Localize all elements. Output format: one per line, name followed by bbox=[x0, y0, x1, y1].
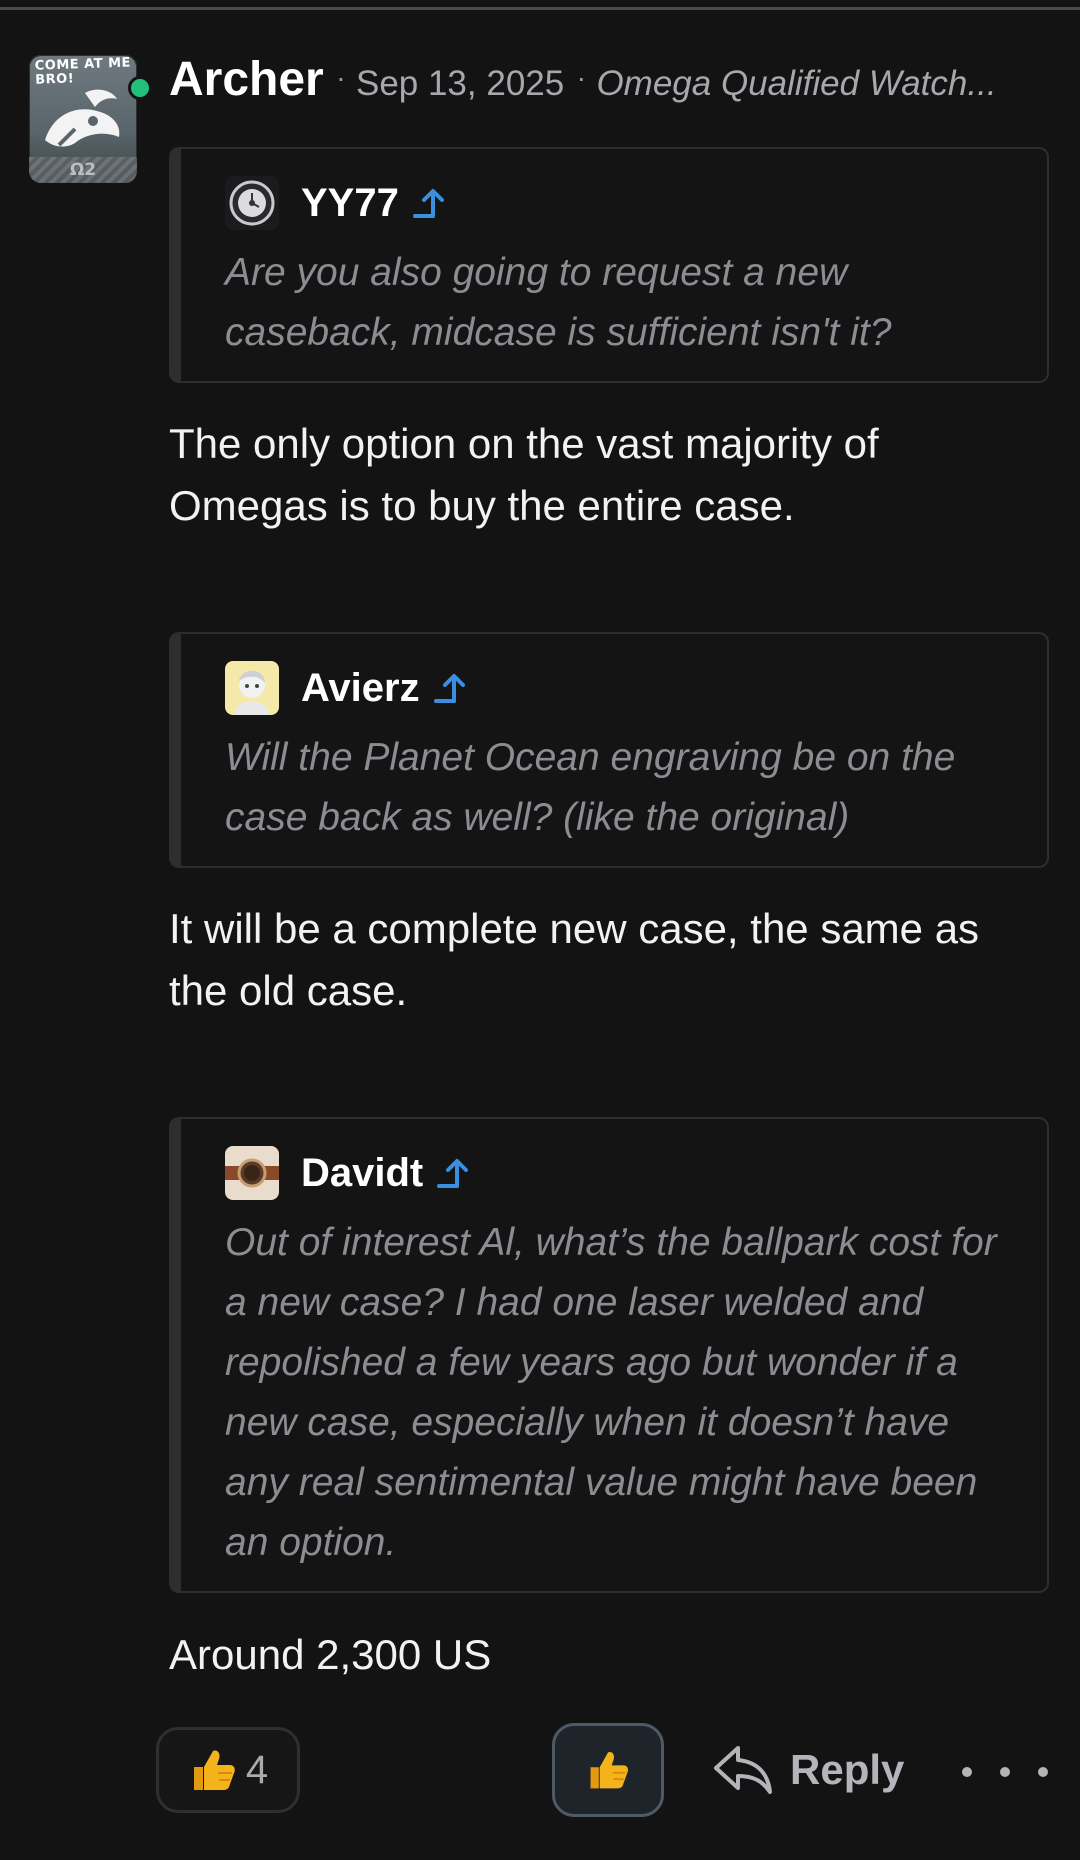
reply-paragraph: The only option on the vast majority of … bbox=[169, 420, 879, 529]
avatar-badge: Ω2 bbox=[69, 160, 97, 180]
thumbs-up-icon bbox=[193, 1750, 235, 1790]
quote-block: Avierz Will the Planet Ocean engraving b… bbox=[169, 632, 1049, 868]
reply-paragraph: It will be a complete new case, the same… bbox=[169, 905, 980, 1014]
quote-user-avatar[interactable] bbox=[225, 1146, 279, 1200]
avatar-illustration bbox=[45, 89, 120, 147]
quote-block: YY77 Are you also going to request a new… bbox=[169, 147, 1049, 383]
header-separator: · bbox=[576, 62, 586, 93]
quote-header: YY77 bbox=[225, 175, 449, 231]
reaction-count-button[interactable]: 4 bbox=[156, 1727, 300, 1813]
top-divider bbox=[0, 7, 1080, 10]
quote-username[interactable]: YY77 bbox=[301, 181, 399, 226]
reply-label: Reply bbox=[790, 1746, 905, 1793]
quote-block: Davidt Out of interest Al, what’s the ba… bbox=[169, 1117, 1049, 1593]
quote-user-avatar[interactable] bbox=[225, 661, 279, 715]
author-name[interactable]: Archer bbox=[169, 53, 324, 106]
quote-header: Davidt bbox=[225, 1145, 473, 1201]
quote-header: Avierz bbox=[225, 660, 470, 716]
thumbs-up-icon bbox=[590, 1752, 629, 1789]
avatar-caption: COME AT ME BRO! bbox=[34, 55, 132, 88]
more-dots-icon bbox=[1000, 1767, 1010, 1777]
more-dots-icon bbox=[1038, 1767, 1048, 1777]
online-status-indicator bbox=[128, 76, 152, 100]
reply-button[interactable]: Reply bbox=[712, 1735, 904, 1805]
more-dots-icon bbox=[962, 1767, 972, 1777]
jump-to-post-icon[interactable] bbox=[411, 184, 449, 222]
quote-text: Are you also going to request a new case… bbox=[225, 251, 892, 354]
reply-arrow-icon bbox=[714, 1746, 772, 1794]
more-options-button[interactable] bbox=[962, 1748, 1048, 1796]
header-separator: · bbox=[336, 62, 346, 93]
post-date[interactable]: Sep 13, 2025 bbox=[356, 64, 564, 103]
jump-to-post-icon[interactable] bbox=[435, 1154, 473, 1192]
quote-text: Out of interest Al, what’s the ballpark … bbox=[225, 1221, 997, 1564]
like-count: 4 bbox=[245, 1747, 269, 1792]
quote-user-avatar[interactable] bbox=[225, 176, 279, 230]
like-button[interactable] bbox=[552, 1723, 664, 1817]
forum-link[interactable]: Omega Qualified Watch... bbox=[596, 64, 996, 103]
quote-username[interactable]: Davidt bbox=[301, 1151, 423, 1196]
quote-text: Will the Planet Ocean engraving be on th… bbox=[225, 736, 956, 839]
reply-paragraph: Around 2,300 US bbox=[169, 1631, 492, 1678]
author-avatar[interactable]: COME AT ME BRO! Ω2 bbox=[29, 55, 137, 183]
quote-username[interactable]: Avierz bbox=[301, 666, 420, 711]
post-header: Archer · Sep 13, 2025 · Omega Qualified … bbox=[169, 52, 1049, 118]
jump-to-post-icon[interactable] bbox=[432, 669, 470, 707]
